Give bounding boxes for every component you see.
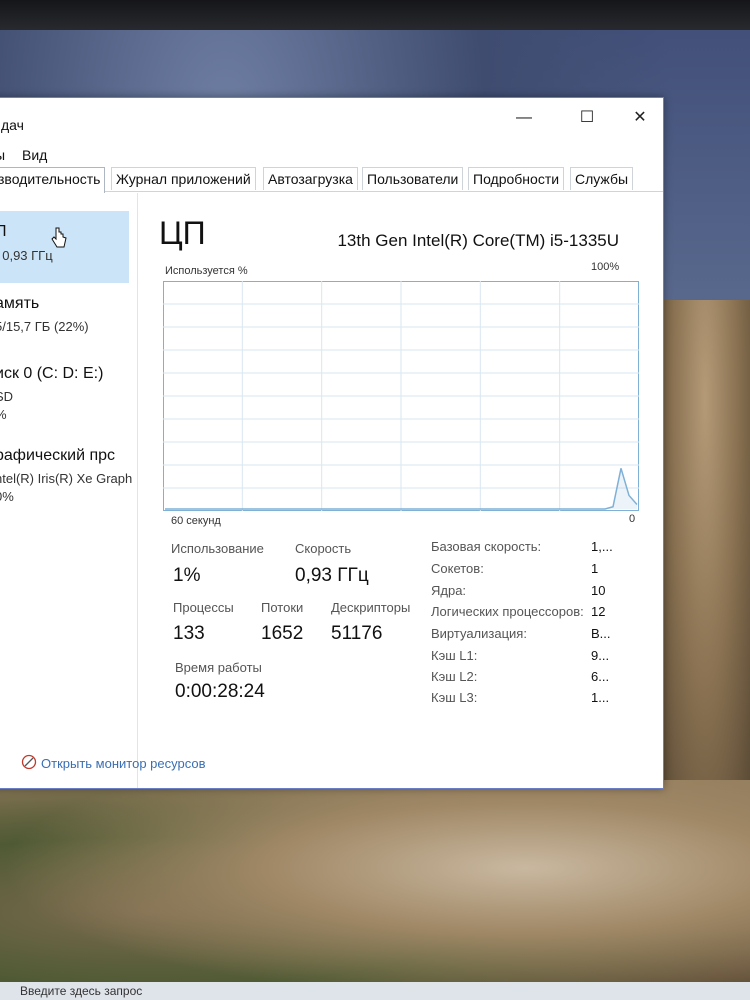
laptop-bezel: [0, 0, 750, 34]
cpu-model: 13th Gen Intel(R) Core(TM) i5-1335U: [337, 231, 619, 250]
resource-monitor-icon[interactable]: [21, 754, 37, 770]
uptime-value: 0:00:28:24: [175, 681, 265, 702]
info-key: Кэш L3:: [431, 690, 478, 705]
graph-y-max: 100%: [591, 261, 620, 273]
speed-value: 0,93 ГГц: [295, 565, 369, 586]
sidebar-item-label: амять: [0, 295, 40, 312]
tab-users[interactable]: Пользователи: [362, 167, 464, 190]
sidebar-item-detail: SD: [0, 389, 14, 404]
menu-parameters[interactable]: ы: [0, 147, 5, 163]
sidebar-item-label: рафический прс: [0, 447, 116, 464]
sidebar-item-detail: , 0,93 ГГц: [0, 248, 53, 263]
info-value: 1,...: [591, 539, 613, 554]
info-key: Ядра:: [431, 583, 467, 598]
info-value: 10: [591, 583, 606, 598]
sidebar-item-label: П: [0, 223, 7, 240]
sidebar-item-cpu[interactable]: П , 0,93 ГГц: [0, 211, 129, 283]
processes-label: Процессы: [173, 600, 234, 615]
info-key: Виртуализация:: [431, 626, 527, 641]
hand-cursor-icon: [51, 227, 67, 248]
speed-label: Скорость: [295, 541, 352, 556]
sidebar-item-usage: %: [0, 407, 7, 422]
sidebar-item-disk[interactable]: иск 0 (C: D: E:) SD %: [0, 363, 129, 433]
sidebar-item-memory[interactable]: амять 5/15,7 ГБ (22%): [0, 289, 129, 349]
info-key: Логических процессоров:: [431, 604, 584, 619]
open-resource-monitor-link[interactable]: Открыть монитор ресурсов: [41, 756, 205, 771]
cpu-usage-graph: [163, 281, 639, 511]
task-manager-window: дач — ☐ ✕ ы Вид зводительность Журнал пр…: [0, 97, 664, 789]
minimize-button[interactable]: —: [501, 104, 547, 132]
processes-value: 133: [173, 623, 205, 644]
resource-sidebar: П , 0,93 ГГц амять 5/15,7 ГБ (22%) иск 0…: [0, 193, 138, 788]
menu-bar: ы Вид: [0, 144, 663, 166]
taskbar: Введите здесь запрос: [0, 982, 750, 1000]
sidebar-item-detail: 5/15,7 ГБ (22%): [0, 319, 89, 334]
info-value: 1: [591, 561, 599, 576]
graph-x-label: 60 секунд: [171, 515, 221, 527]
tab-details[interactable]: Подробности: [468, 167, 565, 190]
title-bar: дач — ☐ ✕: [0, 98, 663, 136]
panel-title: ЦП: [159, 215, 206, 251]
sidebar-item-gpu[interactable]: рафический прс ntel(R) Iris(R) Xe Graph …: [0, 443, 133, 513]
close-button[interactable]: ✕: [617, 104, 663, 132]
threads-label: Потоки: [261, 600, 304, 615]
sidebar-item-usage: 0%: [0, 489, 14, 504]
graph-x-min: 0: [629, 513, 636, 525]
menu-view[interactable]: Вид: [22, 147, 47, 163]
tab-services[interactable]: Службы: [570, 167, 634, 190]
usage-value: 1%: [173, 565, 201, 586]
uptime-label: Время работы: [175, 660, 262, 675]
tab-app-history[interactable]: Журнал приложений: [111, 167, 256, 190]
tab-startup[interactable]: Автозагрузка: [263, 167, 358, 190]
info-key: Базовая скорость:: [431, 539, 542, 554]
handles-label: Дескрипторы: [331, 600, 411, 615]
info-value: 1...: [591, 690, 610, 705]
wallpaper-cliff-right: [660, 300, 750, 800]
info-value: 12: [591, 604, 606, 619]
sidebar-item-detail: ntel(R) Iris(R) Xe Graph: [0, 471, 133, 486]
info-value: В...: [591, 626, 611, 641]
info-value: 9...: [591, 648, 610, 663]
window-title: дач: [1, 117, 24, 133]
usage-label: Использование: [171, 541, 264, 556]
maximize-button[interactable]: ☐: [564, 104, 610, 132]
info-key: Сокетов:: [431, 561, 484, 576]
info-key: Кэш L1:: [431, 648, 478, 663]
handles-value: 51176: [331, 623, 383, 644]
graph-y-label: Используется %: [165, 265, 248, 277]
taskbar-search-field[interactable]: Введите здесь запрос: [20, 984, 142, 998]
tab-strip: зводительность Журнал приложений Автозаг…: [0, 167, 663, 193]
wallpaper-cliff: [0, 780, 750, 1000]
cpu-panel: ЦП 13th Gen Intel(R) Core(TM) i5-1335U И…: [139, 193, 659, 788]
info-value: 6...: [591, 669, 610, 684]
info-key: Кэш L2:: [431, 669, 478, 684]
tab-performance[interactable]: зводительность: [0, 167, 106, 193]
sidebar-item-label: иск 0 (C: D: E:): [0, 365, 104, 382]
threads-value: 1652: [261, 623, 304, 644]
